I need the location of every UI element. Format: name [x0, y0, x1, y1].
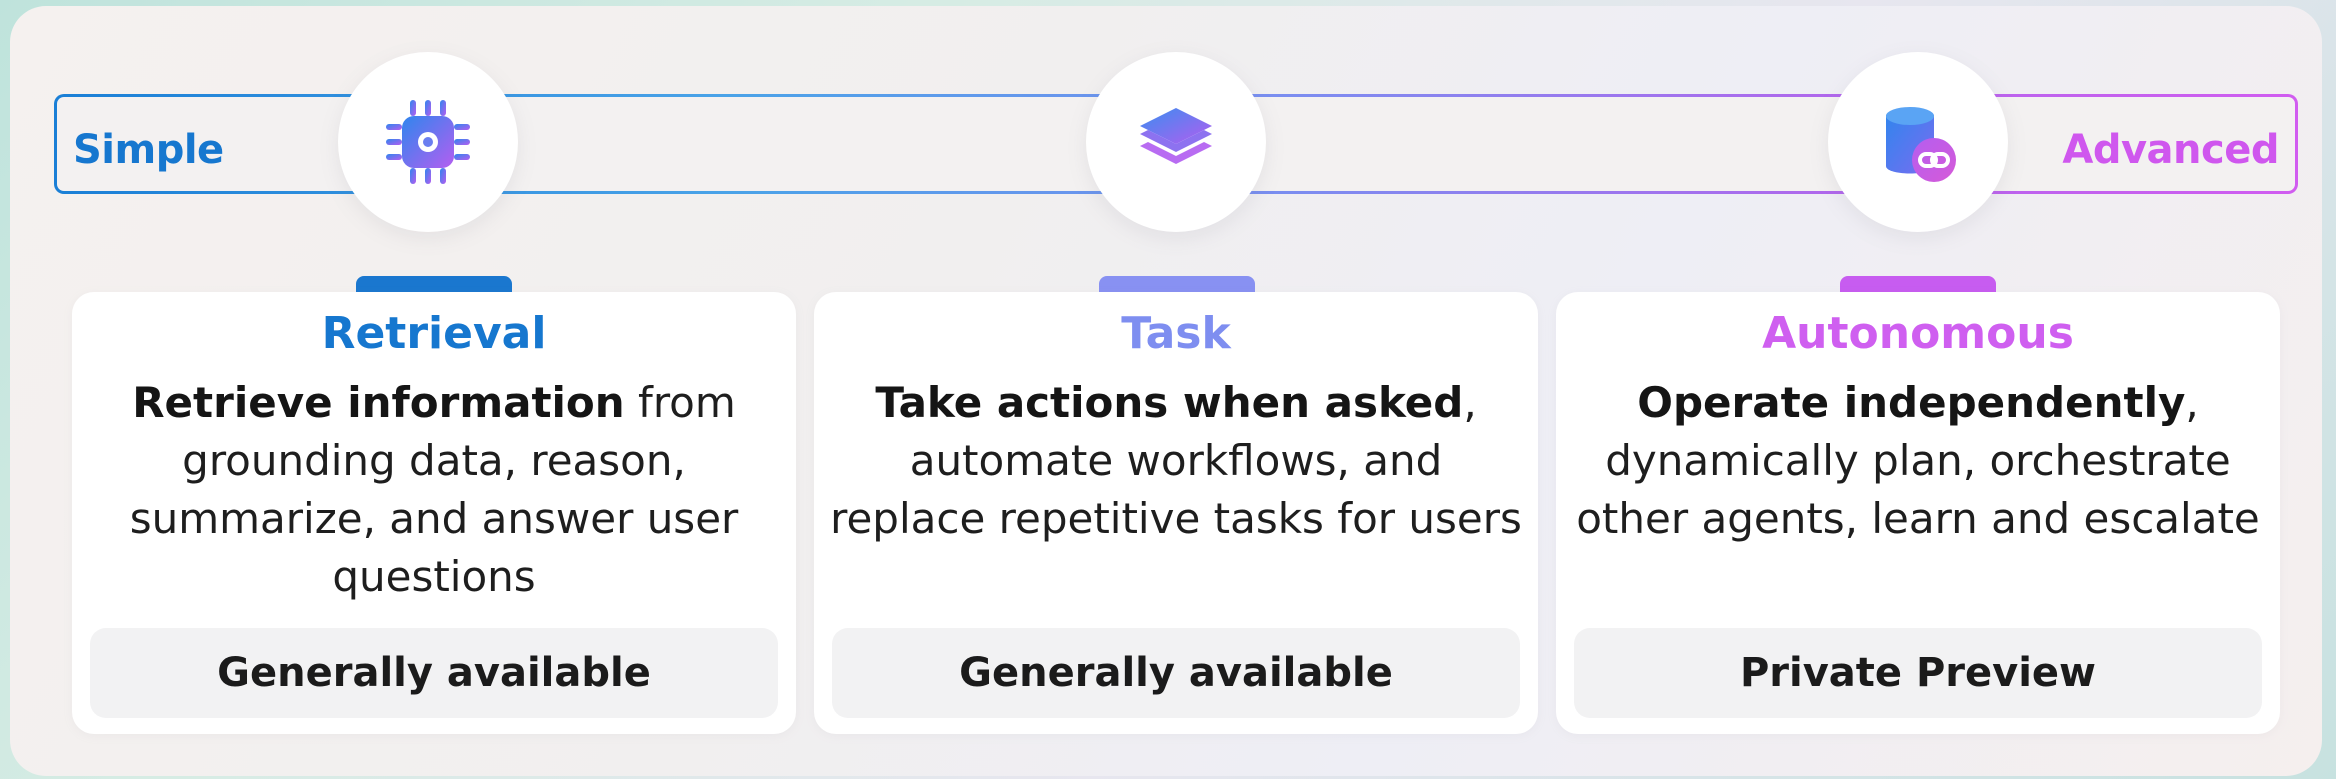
task-card: Task Take actions when asked, automate w… — [814, 292, 1538, 734]
card-desc-bold: Take actions when asked — [875, 378, 1464, 427]
card-description: Operate independently, dynamically plan,… — [1568, 374, 2268, 548]
card-desc-bold: Operate independently — [1637, 378, 2186, 427]
card-title: Task — [1121, 308, 1231, 359]
layers-icon — [1140, 108, 1212, 164]
status-badge: Private Preview — [1574, 628, 2262, 718]
autonomous-card: Autonomous Operate independently, dynami… — [1556, 292, 2280, 734]
agent-spectrum-panel: Simple Advanced Retrieval Retrieve infor… — [10, 6, 2322, 776]
scale-start-label: Simple — [73, 127, 224, 173]
retrieval-icon-circle — [338, 52, 518, 232]
status-badge: Generally available — [90, 628, 778, 718]
scale-end-label: Advanced — [2062, 127, 2279, 173]
card-description: Retrieve information from grounding data… — [84, 374, 784, 606]
card-description: Take actions when asked, automate workfl… — [826, 374, 1526, 548]
autonomous-icon-circle — [1828, 52, 2008, 232]
status-badge: Generally available — [832, 628, 1520, 718]
task-icon-circle — [1086, 52, 1266, 232]
chip-icon — [386, 100, 470, 184]
card-desc-bold: Retrieve information — [132, 378, 625, 427]
card-title: Autonomous — [1762, 308, 2074, 359]
retrieval-card: Retrieval Retrieve information from grou… — [72, 292, 796, 734]
card-title: Retrieval — [321, 308, 547, 359]
database-link-icon — [1886, 107, 1956, 182]
